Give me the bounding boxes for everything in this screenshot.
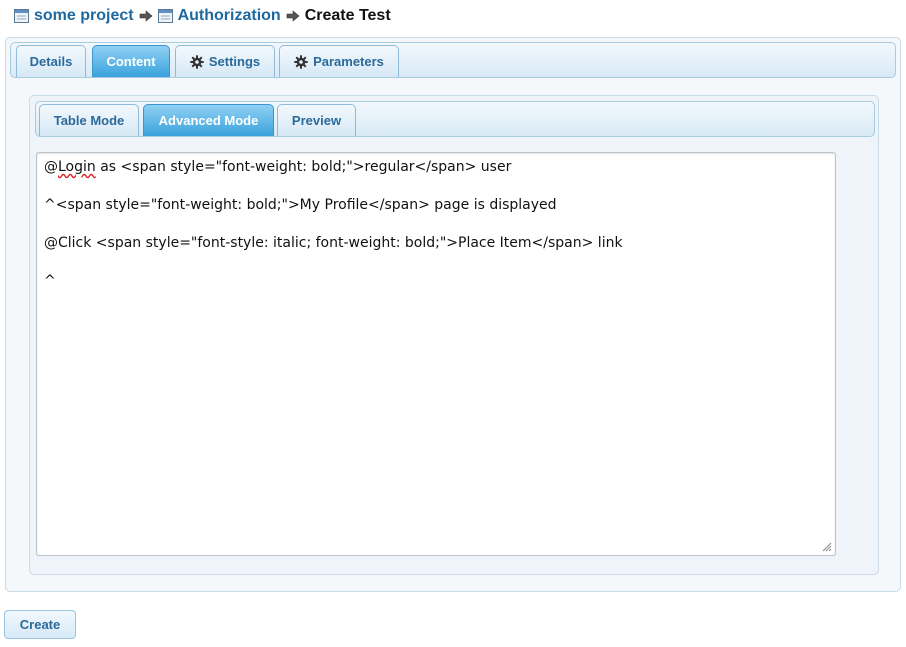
content-editor[interactable]: @Login as <span style="font-weight: bold… [36, 152, 836, 556]
line-prefix: @ [44, 159, 58, 175]
mode-tab-bar: Table Mode Advanced Mode Preview [35, 101, 875, 137]
arrow-right-icon [139, 10, 153, 22]
tab-label: Settings [208, 54, 261, 69]
tab-label: Parameters [313, 54, 384, 69]
editor-line: @Click <span style="font-style: italic; … [44, 235, 623, 251]
editor-line: @Login as <span style="font-weight: bold… [44, 159, 511, 175]
tab-label: Advanced Mode [158, 113, 259, 128]
page-icon [14, 9, 29, 23]
tab-preview[interactable]: Preview [277, 104, 356, 136]
tab-label: Preview [291, 113, 342, 128]
resize-grip-icon[interactable] [822, 542, 832, 552]
misspelled-word: Login [58, 159, 96, 175]
line-rest: as <span style="font-weight: bold;">regu… [95, 159, 512, 175]
breadcrumb-current: Create Test [304, 7, 391, 24]
create-button[interactable]: Create [4, 610, 76, 639]
tab-details[interactable]: Details [16, 45, 86, 77]
gear-icon [190, 54, 204, 69]
breadcrumb-project-link[interactable]: some project [34, 7, 134, 25]
arrow-right-icon [286, 10, 300, 22]
page-icon [157, 9, 173, 23]
breadcrumb-section-link[interactable]: Authorization [178, 7, 281, 25]
tab-label: Table Mode [53, 113, 125, 128]
breadcrumb: some project Authorization Create Test [14, 5, 391, 27]
main-tab-bar: Details Content Settings Parameters [10, 42, 896, 78]
tab-advanced-mode[interactable]: Advanced Mode [143, 104, 274, 136]
tab-label: Details [29, 54, 73, 69]
tab-table-mode[interactable]: Table Mode [39, 104, 139, 136]
gear-icon [294, 54, 308, 69]
editor-line: ^<span style="font-weight: bold;">My Pro… [44, 197, 557, 213]
test-panel: Details Content Settings Parameters Tabl… [5, 37, 901, 592]
tab-label: Content [106, 54, 156, 69]
tab-content[interactable]: Content [92, 45, 170, 77]
tab-parameters[interactable]: Parameters [279, 45, 399, 77]
tab-settings[interactable]: Settings [175, 45, 275, 77]
editor-line: ^ [44, 273, 56, 289]
